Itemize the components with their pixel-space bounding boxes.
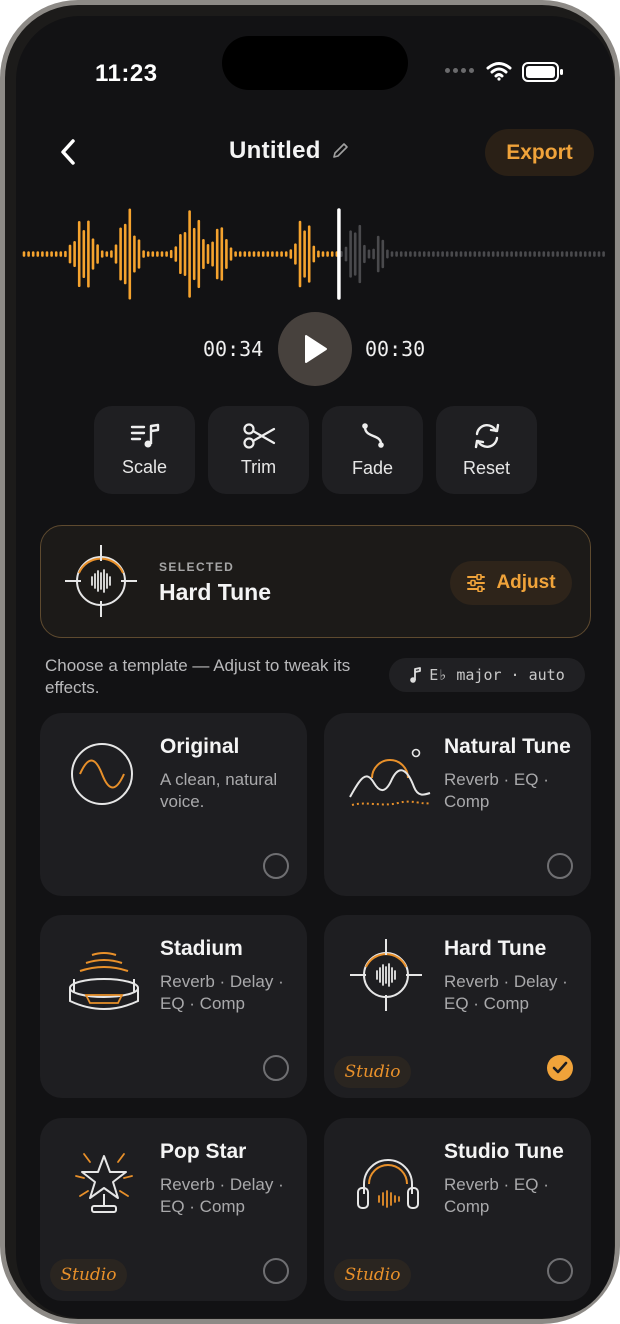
adjust-label: Adjust — [496, 572, 556, 593]
template-card-natural-tune[interactable]: Natural Tune Reverb · EQ · Comp — [324, 713, 591, 896]
fade-label: Fade — [351, 457, 394, 478]
template-desc: Reverb · EQ · Comp — [444, 770, 549, 811]
template-name: Stadium — [160, 937, 243, 960]
key-label: E♭ major · auto — [429, 666, 565, 684]
selected-template-card[interactable]: SELECTED Hard Tune Adjust — [40, 525, 591, 638]
signal-icon — [445, 68, 474, 73]
sine-wave-icon — [71, 743, 133, 805]
template-card-studio-tune[interactable]: Studio Tune Reverb · EQ · Comp Studio — [324, 1118, 591, 1301]
template-radio[interactable] — [263, 1258, 289, 1284]
page-title: Untitled — [229, 137, 321, 164]
template-hint: Choose a template — Adjust to tweak its … — [45, 656, 351, 697]
template-radio-selected[interactable] — [547, 1055, 573, 1081]
reset-button[interactable]: Reset — [436, 406, 537, 494]
template-card-hard-tune[interactable]: Hard Tune Reverb · Delay · EQ · Comp Stu… — [324, 915, 591, 1098]
wifi-icon — [486, 62, 512, 81]
stadium-icon — [69, 952, 139, 1010]
adjust-button[interactable]: Adjust — [450, 561, 572, 605]
studio-badge: Studio — [334, 1056, 411, 1088]
phone-bezel: 11:23 Untitled Export 00:34 00:30 Scale … — [5, 5, 615, 1319]
elapsed-time: 00:34 — [203, 337, 264, 361]
template-radio[interactable] — [547, 1258, 573, 1284]
checkmark-icon — [552, 1061, 568, 1074]
selected-caption: SELECTED — [159, 560, 235, 574]
trim-button[interactable]: Trim — [208, 406, 309, 494]
scissors-icon — [242, 422, 275, 449]
template-desc: A clean, natural voice. — [160, 770, 278, 811]
template-name: Original — [160, 735, 240, 758]
template-name: Natural Tune — [444, 735, 571, 758]
template-desc: Reverb · Delay · EQ · Comp — [444, 972, 568, 1013]
template-card-stadium[interactable]: Stadium Reverb · Delay · EQ · Comp — [40, 915, 307, 1098]
edit-toolbar: Scale Trim Fade Reset — [94, 406, 537, 494]
crosshair-wave-icon — [350, 939, 422, 1011]
reset-label: Reset — [462, 457, 511, 478]
title-area[interactable]: Untitled — [229, 137, 349, 165]
template-radio[interactable] — [263, 1055, 289, 1081]
audio-waveform[interactable] — [16, 204, 614, 304]
selected-template-name: Hard Tune — [159, 579, 272, 605]
music-note-icon — [410, 667, 422, 683]
battery-icon — [522, 62, 563, 82]
headphones-icon — [357, 1159, 419, 1209]
fade-button[interactable]: Fade — [322, 406, 423, 494]
fade-icon — [361, 422, 384, 448]
export-button[interactable]: Export — [485, 129, 594, 176]
template-card-original[interactable]: Original A clean, natural voice. — [40, 713, 307, 896]
pencil-icon[interactable] — [331, 142, 349, 160]
template-desc: Reverb · EQ · Comp — [444, 1175, 549, 1216]
app-screen: 11:23 Untitled Export 00:34 00:30 Scale … — [16, 16, 614, 1318]
studio-badge: Studio — [334, 1259, 411, 1291]
key-chip[interactable]: E♭ major · auto — [389, 658, 585, 692]
template-desc: Reverb · Delay · EQ · Comp — [160, 972, 284, 1013]
crosshair-wave-icon — [65, 545, 137, 617]
scale-icon — [130, 423, 159, 447]
template-name: Hard Tune — [444, 937, 547, 960]
template-radio[interactable] — [547, 853, 573, 879]
template-name: Pop Star — [160, 1140, 247, 1163]
remaining-time: 00:30 — [365, 337, 426, 361]
dynamic-island — [222, 36, 408, 90]
studio-badge: Studio — [50, 1259, 127, 1291]
sliders-icon — [467, 574, 486, 592]
trim-label: Trim — [240, 456, 277, 477]
template-card-pop-star[interactable]: Pop Star Reverb · Delay · EQ · Comp Stud… — [40, 1118, 307, 1301]
play-icon — [305, 335, 327, 363]
template-desc: Reverb · Delay · EQ · Comp — [160, 1175, 284, 1216]
scale-label: Scale — [121, 456, 168, 477]
template-radio[interactable] — [263, 853, 289, 879]
scale-button[interactable]: Scale — [94, 406, 195, 494]
phone-frame: 11:23 Untitled Export 00:34 00:30 Scale … — [0, 0, 620, 1324]
chevron-left-icon — [61, 139, 75, 165]
back-button[interactable] — [54, 138, 82, 166]
hills-sun-icon — [349, 748, 431, 806]
reset-icon — [474, 423, 499, 448]
status-time: 11:23 — [95, 60, 158, 87]
template-name: Studio Tune — [444, 1140, 564, 1163]
star-trophy-icon — [75, 1153, 133, 1213]
play-button[interactable] — [278, 312, 352, 386]
